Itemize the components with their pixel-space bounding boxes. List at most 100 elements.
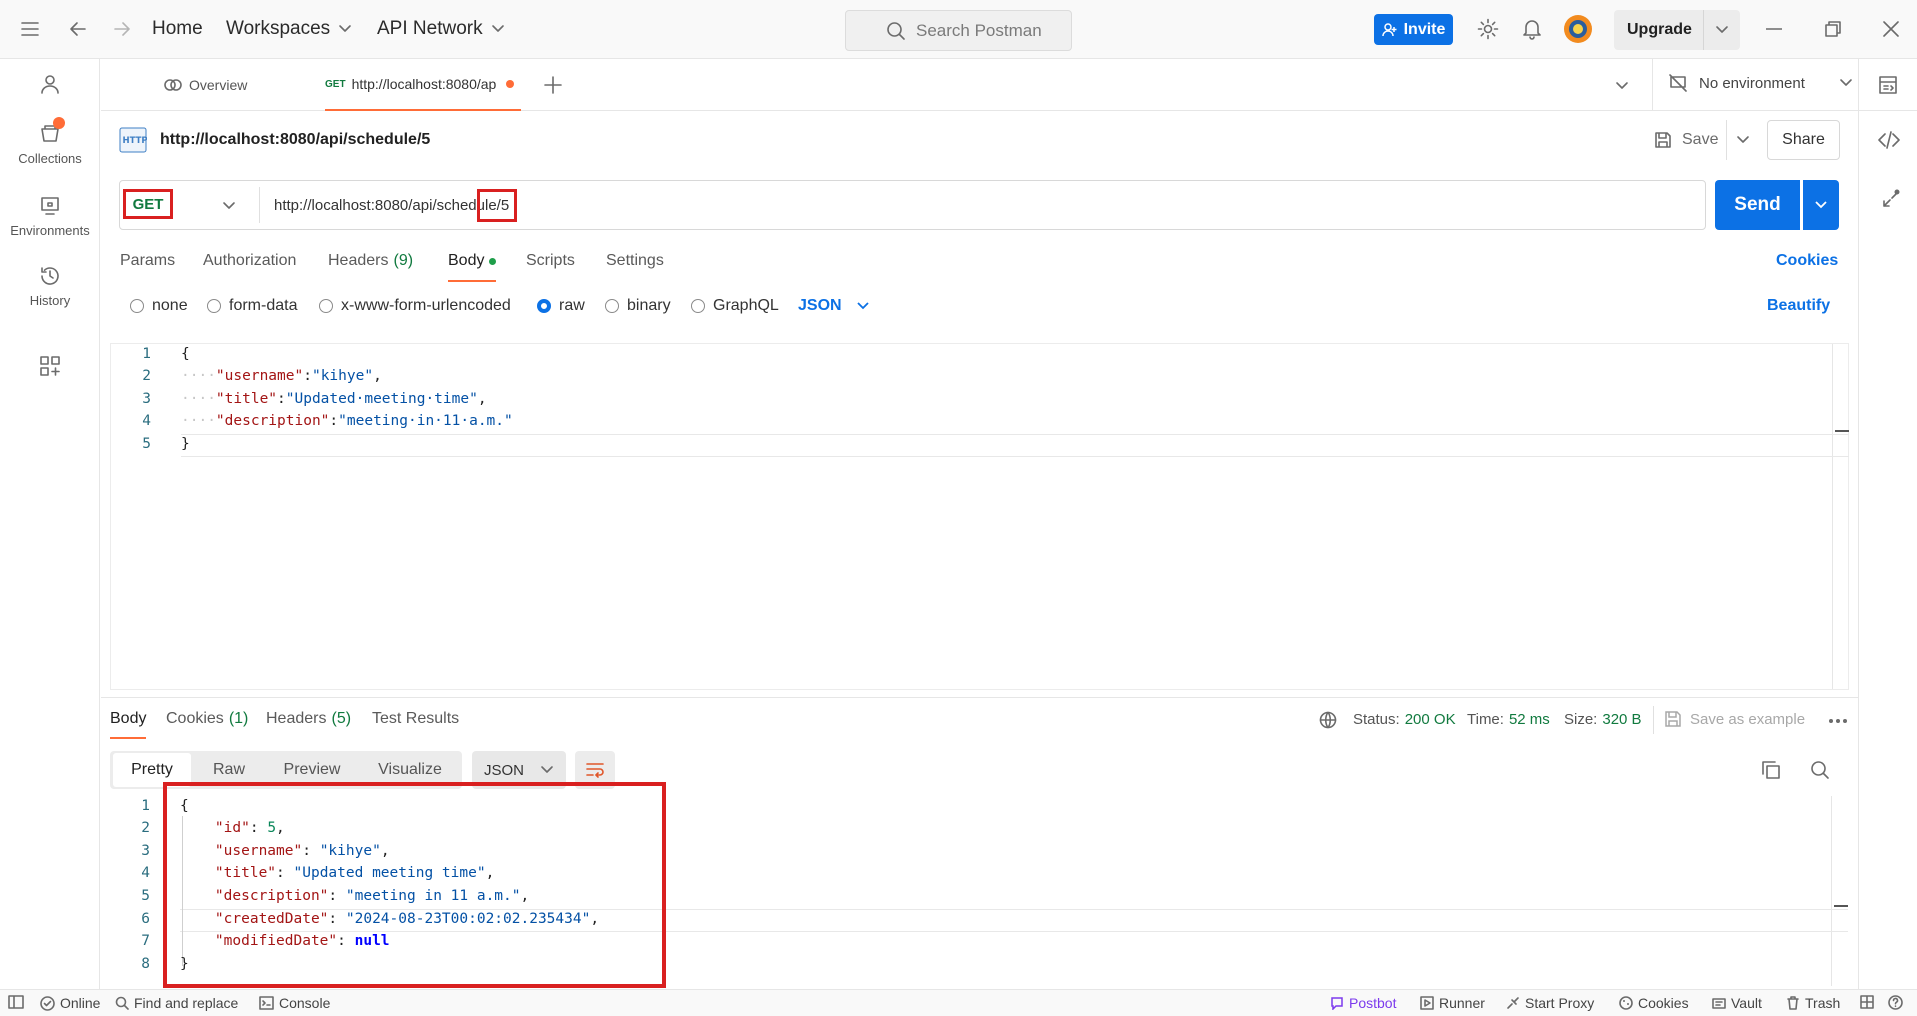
method-chevron-down-icon[interactable] (222, 201, 236, 211)
chevron-down-icon (1839, 78, 1853, 88)
trash-icon (1786, 996, 1800, 1010)
tab-body[interactable]: Body (448, 252, 497, 282)
radio-x-www-form-urlencoded[interactable]: x-www-form-urlencoded (319, 297, 511, 315)
format-tab-visualize[interactable]: Visualize (367, 752, 453, 788)
api-network-menu[interactable]: API Network (377, 18, 505, 40)
runner-button[interactable]: Runner (1420, 995, 1485, 1011)
console-button[interactable]: Console (259, 995, 330, 1011)
format-tab-raw[interactable]: Raw (199, 752, 259, 788)
radio-raw[interactable]: raw (537, 297, 585, 315)
method-select[interactable]: GET (123, 189, 173, 219)
radio-none[interactable]: none (130, 297, 188, 315)
response-language-select[interactable]: JSON (472, 751, 566, 789)
start-proxy-button[interactable]: Start Proxy (1506, 995, 1594, 1011)
editor-scrollbar-track[interactable] (1832, 344, 1833, 689)
workspaces-menu[interactable]: Workspaces (226, 18, 352, 40)
radio-binary[interactable]: binary (605, 297, 671, 315)
response-tab-cookies[interactable]: Cookies (1) (166, 710, 248, 728)
format-tab-preview[interactable]: Preview (272, 752, 352, 788)
request-name[interactable]: http://localhost:8080/api/schedule/5 (160, 131, 430, 149)
body-language-select[interactable]: JSON (798, 297, 870, 315)
postbot-label: Postbot (1349, 995, 1397, 1011)
invite-button[interactable]: Invite (1374, 14, 1453, 45)
home-link[interactable]: Home (152, 18, 203, 40)
response-size[interactable]: Size: 320 B (1564, 711, 1642, 728)
tabs-dropdown-chevron-icon[interactable] (1615, 81, 1629, 91)
tab-scripts[interactable]: Scripts (526, 252, 575, 270)
send-button[interactable]: Send (1715, 180, 1800, 230)
cookies-link[interactable]: Cookies (1776, 252, 1838, 270)
search-response-icon[interactable] (1810, 760, 1830, 780)
find-and-replace-button[interactable]: Find and replace (115, 995, 238, 1011)
menu-icon[interactable] (20, 20, 40, 38)
forward-arrow-icon[interactable] (112, 19, 132, 39)
send-options-button[interactable] (1803, 180, 1839, 230)
tab-overview[interactable]: Overview (163, 59, 313, 111)
minimize-icon[interactable] (1766, 28, 1782, 30)
environment-selector[interactable]: No environment (1669, 74, 1853, 92)
sidebar-item-history[interactable]: History (0, 265, 100, 308)
more-options-icon[interactable] (1828, 718, 1848, 724)
beautify-link[interactable]: Beautify (1767, 297, 1830, 315)
response-time[interactable]: Time: 52 ms (1467, 711, 1550, 728)
pane-divider[interactable] (101, 697, 1858, 698)
online-status[interactable]: Online (40, 995, 100, 1011)
copy-icon[interactable] (1761, 760, 1781, 780)
radio-form-data[interactable]: form-data (207, 297, 297, 315)
workspaces-label: Workspaces (226, 18, 331, 39)
avatar[interactable] (1563, 14, 1593, 44)
code-snippet-icon[interactable] (1878, 131, 1900, 149)
notifications-bell-icon[interactable] (1522, 18, 1542, 40)
response-tab-body[interactable]: Body (110, 710, 147, 739)
code-line: "description": "meeting in 11 a.m.", (214, 888, 530, 904)
divider (1703, 10, 1704, 50)
sidebar-item-environments[interactable]: Environments (0, 195, 100, 238)
layout-grid-icon[interactable] (1860, 995, 1874, 1009)
tab-settings[interactable]: Settings (606, 252, 664, 270)
radio-label: GraphQL (713, 297, 779, 314)
response-status[interactable]: Status: 200 OK (1353, 711, 1456, 728)
runner-label: Runner (1439, 995, 1485, 1011)
toggle-sidebar-icon[interactable] (8, 995, 24, 1009)
tab-params[interactable]: Params (120, 252, 175, 270)
vault-button[interactable]: Vault (1712, 995, 1762, 1011)
radio-graphql[interactable]: GraphQL (691, 297, 779, 315)
add-apps-icon[interactable] (39, 355, 61, 377)
viewer-scrollbar-track[interactable] (1831, 796, 1832, 986)
trash-button[interactable]: Trash (1786, 995, 1840, 1011)
response-tab-headers[interactable]: Headers (5) (266, 710, 351, 728)
globe-icon[interactable] (1319, 711, 1337, 729)
footer-cookies-button[interactable]: Cookies (1619, 995, 1689, 1011)
help-icon[interactable] (1888, 995, 1903, 1010)
url-input[interactable]: http://localhost:8080/api/schedule/5 (274, 189, 518, 222)
tab-active-request[interactable]: GET http://localhost:8080/ap (325, 59, 521, 111)
request-body-editor[interactable]: 1 2 3 4 5 { ····"username":"kihye", ····… (110, 343, 1849, 690)
response-body-viewer[interactable]: 1 2 3 4 5 6 7 8 { "id": 5, "username": "… (110, 796, 1849, 986)
postbot-button[interactable]: Postbot (1330, 995, 1396, 1011)
new-tab-plus-icon[interactable] (544, 76, 562, 94)
upgrade-button[interactable]: Upgrade (1614, 10, 1740, 50)
online-label: Online (60, 995, 101, 1011)
save-button[interactable]: Save (1654, 131, 1718, 149)
close-icon[interactable] (1883, 21, 1899, 37)
user-icon[interactable] (39, 73, 61, 95)
save-dropdown-chevron-icon[interactable] (1736, 135, 1750, 145)
chevron-down-icon[interactable] (1715, 25, 1729, 35)
environment-quick-look-icon[interactable] (1878, 75, 1898, 95)
search-input[interactable]: Search Postman (845, 10, 1072, 51)
settings-gear-icon[interactable] (1477, 18, 1499, 40)
share-button[interactable]: Share (1767, 120, 1840, 160)
tab-authorization[interactable]: Authorization (203, 252, 296, 270)
response-tab-test-results[interactable]: Test Results (372, 710, 459, 728)
format-tab-pretty[interactable]: Pretty (113, 753, 191, 787)
code-line: } (180, 956, 189, 972)
line-number: 8 (141, 956, 150, 972)
restore-icon[interactable] (1825, 21, 1841, 37)
scrollbar-marker (1834, 905, 1848, 907)
related-collections-icon[interactable] (1881, 189, 1901, 209)
save-as-example-button[interactable]: Save as example (1664, 710, 1805, 728)
tab-headers[interactable]: Headers (9) (328, 252, 413, 270)
sidebar-item-collections[interactable]: Collections (0, 117, 100, 166)
back-arrow-icon[interactable] (68, 19, 88, 39)
wrap-lines-button[interactable] (575, 751, 615, 789)
